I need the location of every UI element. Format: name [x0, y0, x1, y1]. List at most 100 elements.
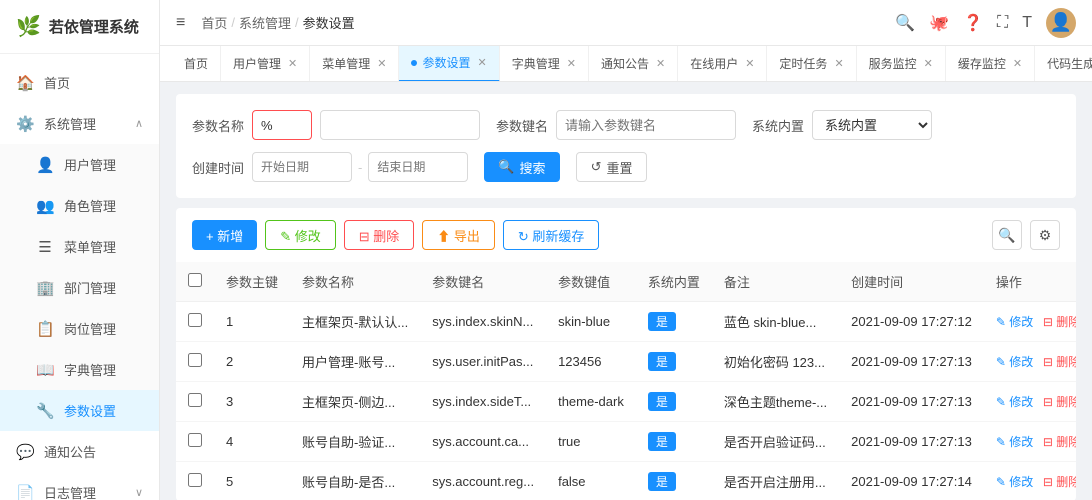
search-system-select[interactable]: 系统内置 是 否: [812, 110, 932, 140]
tab-online[interactable]: 在线用户 ✕: [678, 46, 767, 82]
search-field-key: 参数键名: [496, 110, 736, 140]
tab-param[interactable]: 参数设置 ✕: [399, 46, 499, 82]
date-start-input[interactable]: [252, 152, 352, 182]
add-button[interactable]: + 新增: [192, 220, 257, 250]
tab-dict-close[interactable]: ✕: [567, 57, 576, 70]
cell-system: 是: [636, 462, 712, 500]
tab-cache-label: 缓存监控: [958, 55, 1006, 72]
export-button[interactable]: ⬆ 导出: [422, 220, 495, 250]
sidebar-item-menu[interactable]: ☰ 菜单管理: [0, 226, 159, 267]
logo-icon: 🌿: [16, 14, 41, 39]
cell-key: sys.account.reg...: [420, 462, 546, 500]
menu-icon: ☰: [36, 238, 54, 256]
tab-cache[interactable]: 缓存监控 ✕: [946, 46, 1035, 82]
edit-action[interactable]: ✎ 修改: [996, 395, 1033, 409]
tab-menu-close[interactable]: ✕: [377, 57, 386, 70]
sidebar-item-user[interactable]: 👤 用户管理: [0, 144, 159, 185]
delete-action[interactable]: ⊟ 删除: [1043, 435, 1076, 449]
sidebar-item-label-home: 首页: [44, 73, 70, 92]
tab-user[interactable]: 用户管理 ✕: [221, 46, 310, 82]
sidebar-item-system[interactable]: ⚙️ 系统管理 ∧: [0, 103, 159, 144]
cell-created: 2021-09-09 17:27:13: [839, 342, 984, 382]
search-key-label: 参数键名: [496, 116, 548, 135]
github-icon[interactable]: 🐙: [929, 13, 949, 33]
tab-service-close[interactable]: ✕: [924, 57, 933, 70]
row-checkbox[interactable]: [188, 353, 202, 367]
edit-action[interactable]: ✎ 修改: [996, 475, 1033, 489]
delete-action[interactable]: ⊟ 删除: [1043, 355, 1076, 369]
sidebar-item-param[interactable]: 🔧 参数设置: [0, 390, 159, 431]
sidebar-item-label-dept: 部门管理: [64, 278, 116, 297]
search-name-input[interactable]: [252, 110, 312, 140]
tab-notice-close[interactable]: ✕: [656, 57, 665, 70]
tab-menu[interactable]: 菜单管理 ✕: [310, 46, 399, 82]
search-icon[interactable]: 🔍: [895, 13, 915, 33]
reset-button[interactable]: ↺ 重置: [576, 152, 648, 182]
avatar[interactable]: 👤: [1046, 8, 1076, 38]
search-panel: 参数名称 参数键名 系统内置 系统内置 是 否: [176, 94, 1076, 198]
table-search-icon-btn[interactable]: 🔍: [992, 220, 1022, 250]
search-key-input[interactable]: [556, 110, 736, 140]
delete-button[interactable]: ⊟ 删除: [344, 220, 415, 250]
sidebar: 🌿 若依管理系统 🏠 首页 ⚙️ 系统管理 ∧ 👤 用户管理 👥 角色管理 ☰: [0, 0, 160, 500]
system-badge: 是: [648, 352, 676, 371]
sidebar-item-dict[interactable]: 📖 字典管理: [0, 349, 159, 390]
date-end-input[interactable]: [368, 152, 468, 182]
search-button[interactable]: 🔍 搜索: [484, 152, 559, 182]
breadcrumb-sep-2: /: [295, 15, 299, 30]
sidebar-item-notice[interactable]: 💬 通知公告: [0, 431, 159, 472]
tab-user-close[interactable]: ✕: [288, 57, 297, 70]
delete-action[interactable]: ⊟ 删除: [1043, 475, 1076, 489]
delete-action[interactable]: ⊟ 删除: [1043, 315, 1076, 329]
search-row-2: 创建时间 - 🔍 搜索 ↺ 重置: [192, 152, 1060, 182]
row-checkbox[interactable]: [188, 473, 202, 487]
row-checkbox[interactable]: [188, 393, 202, 407]
breadcrumb-home[interactable]: 首页: [201, 13, 227, 32]
sidebar-item-dept[interactable]: 🏢 部门管理: [0, 267, 159, 308]
system-arrow: ∧: [135, 117, 143, 130]
tab-task[interactable]: 定时任务 ✕: [767, 46, 856, 82]
sidebar-item-role[interactable]: 👥 角色管理: [0, 185, 159, 226]
edit-action[interactable]: ✎ 修改: [996, 435, 1033, 449]
row-checkbox[interactable]: [188, 433, 202, 447]
menu-toggle-icon[interactable]: ≡: [176, 14, 185, 32]
select-all-checkbox[interactable]: [188, 273, 202, 287]
tab-dict[interactable]: 字典管理 ✕: [500, 46, 589, 82]
row-checkbox[interactable]: [188, 313, 202, 327]
tab-home[interactable]: 首页: [172, 46, 221, 82]
tab-cache-close[interactable]: ✕: [1013, 57, 1022, 70]
table-row: 4 账号自助-验证... sys.account.ca... true 是 是否…: [176, 422, 1076, 462]
search-field-system: 系统内置 系统内置 是 否: [752, 110, 932, 140]
font-icon[interactable]: T: [1022, 14, 1032, 32]
refresh-cache-button[interactable]: ↻ 刷新缓存: [503, 220, 600, 250]
tab-task-close[interactable]: ✕: [834, 57, 843, 70]
sidebar-nav: 🏠 首页 ⚙️ 系统管理 ∧ 👤 用户管理 👥 角色管理 ☰ 菜单管理 🏢: [0, 54, 159, 500]
post-icon: 📋: [36, 320, 54, 338]
delete-action[interactable]: ⊟ 删除: [1043, 395, 1076, 409]
col-key: 参数键名: [420, 262, 546, 302]
breadcrumb-system[interactable]: 系统管理: [239, 13, 291, 32]
help-icon[interactable]: ❓: [963, 13, 983, 33]
cell-created: 2021-09-09 17:27:13: [839, 382, 984, 422]
edit-action[interactable]: ✎ 修改: [996, 315, 1033, 329]
tab-service[interactable]: 服务监控 ✕: [857, 46, 946, 82]
sidebar-item-log[interactable]: 📄 日志管理 ∨: [0, 472, 159, 500]
edit-action[interactable]: ✎ 修改: [996, 355, 1033, 369]
tab-online-close[interactable]: ✕: [745, 57, 754, 70]
sidebar-item-home[interactable]: 🏠 首页: [0, 62, 159, 103]
fullscreen-icon[interactable]: ⛶: [997, 14, 1008, 32]
cell-name: 主框架页-默认认...: [290, 302, 420, 342]
tab-param-close[interactable]: ✕: [478, 56, 487, 69]
tab-notice[interactable]: 通知公告 ✕: [589, 46, 678, 82]
sidebar-item-post[interactable]: 📋 岗位管理: [0, 308, 159, 349]
toolbar-right: 🔍 ⚙: [992, 220, 1060, 250]
reset-icon: ↺: [591, 159, 602, 175]
table-settings-icon-btn[interactable]: ⚙: [1030, 220, 1060, 250]
breadcrumb: 首页 / 系统管理 / 参数设置: [201, 13, 354, 32]
home-icon: 🏠: [16, 74, 34, 92]
cell-value: 123456: [546, 342, 636, 382]
edit-button[interactable]: ✎ 修改: [265, 220, 336, 250]
cell-name: 账号自助-是否...: [290, 462, 420, 500]
tab-codegen[interactable]: 代码生成 ✕: [1035, 46, 1092, 82]
search-name-text-input[interactable]: [320, 110, 480, 140]
